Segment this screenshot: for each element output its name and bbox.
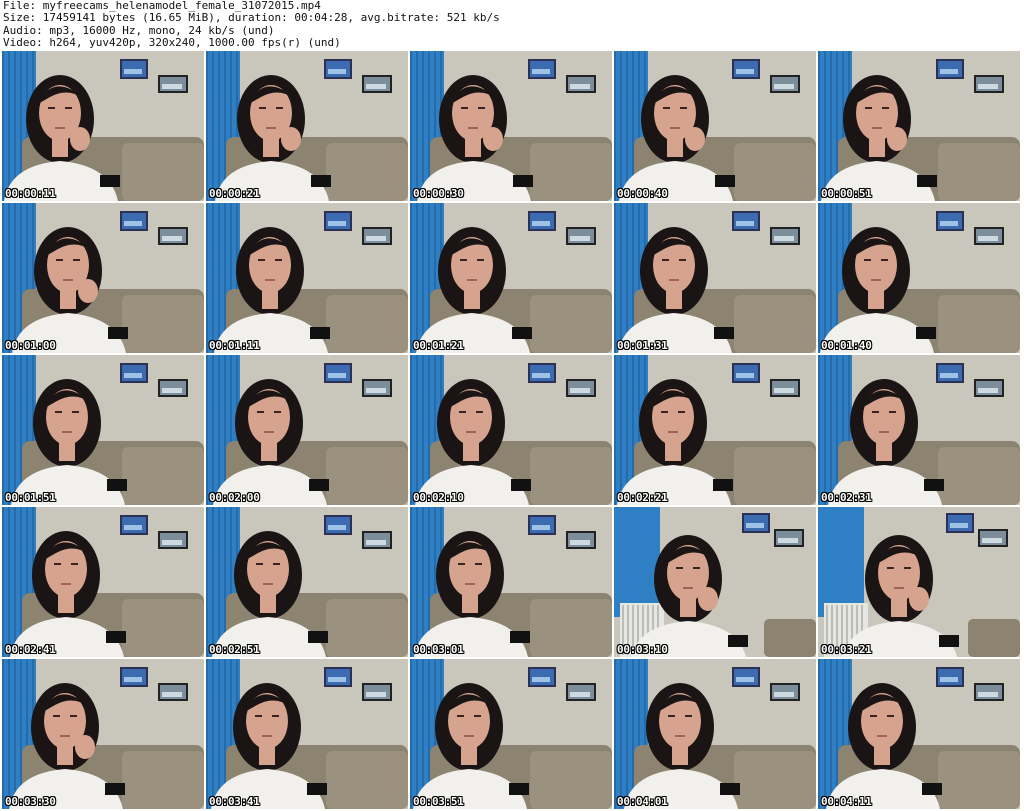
video-frame-thumbnail: 00:03:01 [410, 507, 612, 657]
frame-timestamp: 00:04:01 [617, 795, 668, 808]
video-frame-thumbnail: 00:03:21 [818, 507, 1020, 657]
video-frame-thumbnail: 00:00:51 [818, 51, 1020, 201]
webcam-frame-image [2, 203, 204, 353]
video-frame-thumbnail: 00:01:40 [818, 203, 1020, 353]
file-size-line: Size: 17459141 bytes (16.65 MiB), durati… [3, 11, 500, 25]
webcam-frame-image [410, 355, 612, 505]
frame-timestamp: 00:03:41 [209, 795, 260, 808]
frame-timestamp: 00:02:51 [209, 643, 260, 656]
frame-timestamp: 00:02:31 [821, 491, 872, 504]
webcam-frame-image [206, 51, 408, 201]
frame-timestamp: 00:02:00 [209, 491, 260, 504]
frame-timestamp: 00:00:30 [413, 187, 464, 200]
frame-timestamp: 00:00:51 [821, 187, 872, 200]
webcam-frame-image [818, 659, 1020, 809]
webcam-frame-image [2, 507, 204, 657]
video-frame-thumbnail: 00:03:30 [2, 659, 204, 809]
webcam-frame-image [206, 355, 408, 505]
video-frame-thumbnail: 00:00:11 [2, 51, 204, 201]
frame-timestamp: 00:00:40 [617, 187, 668, 200]
webcam-frame-image [410, 203, 612, 353]
video-frame-thumbnail: 00:00:40 [614, 51, 816, 201]
frame-timestamp: 00:01:11 [209, 339, 260, 352]
video-frame-thumbnail: 00:03:41 [206, 659, 408, 809]
frame-timestamp: 00:01:51 [5, 491, 56, 504]
webcam-frame-image [206, 203, 408, 353]
video-frame-thumbnail: 00:01:11 [206, 203, 408, 353]
video-info-line: Video: h264, yuv420p, 320x240, 1000.00 f… [3, 35, 341, 49]
frame-timestamp: 00:03:30 [5, 795, 56, 808]
webcam-frame-image [410, 51, 612, 201]
frame-timestamp: 00:03:01 [413, 643, 464, 656]
frame-timestamp: 00:02:10 [413, 491, 464, 504]
webcam-frame-image [614, 659, 816, 809]
video-frame-thumbnail: 00:02:21 [614, 355, 816, 505]
video-frame-thumbnail: 00:04:11 [818, 659, 1020, 809]
video-frame-thumbnail: 00:01:51 [2, 355, 204, 505]
webcam-frame-image [818, 507, 1020, 657]
video-frame-thumbnail: 00:04:01 [614, 659, 816, 809]
video-frame-thumbnail: 00:00:30 [410, 51, 612, 201]
video-frame-thumbnail: 00:02:00 [206, 355, 408, 505]
frame-timestamp: 00:01:31 [617, 339, 668, 352]
webcam-frame-image [614, 203, 816, 353]
frame-timestamp: 00:01:40 [821, 339, 872, 352]
webcam-frame-image [818, 51, 1020, 201]
webcam-frame-image [410, 659, 612, 809]
video-frame-thumbnail: 00:03:51 [410, 659, 612, 809]
thumbnail-grid: 00:00:11 00:00:21 00:00:30 00:00:40 00:00:51… [0, 51, 1024, 811]
webcam-frame-image [614, 51, 816, 201]
frame-timestamp: 00:00:11 [5, 187, 56, 200]
frame-timestamp: 00:03:51 [413, 795, 464, 808]
frame-timestamp: 00:02:41 [5, 643, 56, 656]
frame-timestamp: 00:03:10 [617, 643, 668, 656]
webcam-frame-image [614, 355, 816, 505]
video-frame-thumbnail: 00:02:51 [206, 507, 408, 657]
video-frame-thumbnail: 00:01:31 [614, 203, 816, 353]
webcam-frame-image [818, 203, 1020, 353]
video-frame-thumbnail: 00:02:31 [818, 355, 1020, 505]
webcam-frame-image [2, 659, 204, 809]
webcam-frame-image [614, 507, 816, 657]
frame-timestamp: 00:00:21 [209, 187, 260, 200]
video-frame-thumbnail: 00:03:10 [614, 507, 816, 657]
video-frame-thumbnail: 00:01:21 [410, 203, 612, 353]
webcam-frame-image [410, 507, 612, 657]
webcam-frame-image [818, 355, 1020, 505]
video-frame-thumbnail: 00:01:00 [2, 203, 204, 353]
frame-timestamp: 00:01:00 [5, 339, 56, 352]
frame-timestamp: 00:02:21 [617, 491, 668, 504]
webcam-frame-image [2, 51, 204, 201]
file-info-header: File: myfreecams_helenamodel_female_3107… [3, 0, 1021, 50]
webcam-frame-image [206, 659, 408, 809]
webcam-frame-image [206, 507, 408, 657]
video-frame-thumbnail: 00:02:41 [2, 507, 204, 657]
frame-timestamp: 00:03:21 [821, 643, 872, 656]
video-frame-thumbnail: 00:02:10 [410, 355, 612, 505]
frame-timestamp: 00:01:21 [413, 339, 464, 352]
video-frame-thumbnail: 00:00:21 [206, 51, 408, 201]
frame-timestamp: 00:04:11 [821, 795, 872, 808]
webcam-frame-image [2, 355, 204, 505]
